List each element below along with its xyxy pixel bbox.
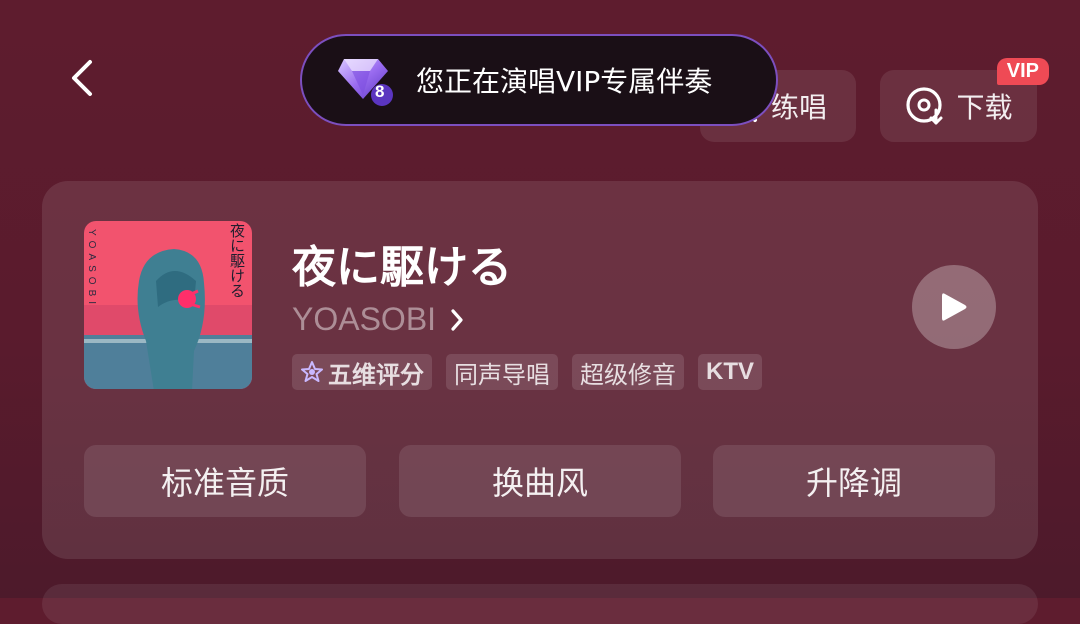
tag-guide: 同声导唱 xyxy=(446,354,558,390)
style-button[interactable]: 换曲风 xyxy=(399,445,681,517)
disc-download-icon xyxy=(906,87,943,125)
star-icon xyxy=(301,361,323,382)
play-button[interactable] xyxy=(912,265,996,349)
download-button[interactable]: 下载 VIP xyxy=(880,58,1049,142)
quality-button[interactable]: 标准音质 xyxy=(84,445,366,517)
play-icon xyxy=(942,293,967,321)
tag-autotune: 超级修音 xyxy=(572,354,684,390)
tag-ktv: KTV xyxy=(698,354,762,390)
song-card: YOASOBI 夜に駆ける 夜に駆ける YOASOBI 五维评分 同声导唱 超级… xyxy=(42,181,1038,559)
artist-name: YOASOBI xyxy=(292,301,437,337)
chevron-right-icon xyxy=(451,308,463,331)
album-cover[interactable]: YOASOBI 夜に駆ける xyxy=(84,221,252,389)
tag-guide-label: 同声导唱 xyxy=(454,360,550,389)
practice-label: 练唱 xyxy=(770,91,827,124)
tag-score-label: 五维评分 xyxy=(328,361,424,389)
quality-label: 标准音质 xyxy=(160,464,289,502)
tag-autotune-label: 超级修音 xyxy=(580,360,676,389)
download-label: 下载 xyxy=(956,91,1013,124)
vip-toast: 8 您正在演唱VIP专属伴奏 xyxy=(300,34,778,126)
style-label: 换曲风 xyxy=(491,464,588,502)
toast-text: 您正在演唱VIP专属伴奏 xyxy=(416,65,713,98)
back-button[interactable] xyxy=(62,56,102,100)
next-card xyxy=(42,584,1038,624)
pitch-label: 升降调 xyxy=(805,464,902,502)
song-title: 夜に駆ける xyxy=(292,242,512,293)
level-number: 8 xyxy=(375,82,385,101)
diamond-gem-icon: 8 xyxy=(336,53,394,107)
cover-side-text: YOASOBI xyxy=(86,229,97,310)
pitch-button[interactable]: 升降调 xyxy=(713,445,995,517)
tag-ktv-label: KTV xyxy=(706,358,754,385)
cover-title-text: 夜に駆ける xyxy=(228,223,246,298)
artist-link[interactable]: YOASOBI xyxy=(292,301,464,338)
vip-badge: VIP xyxy=(996,58,1049,85)
feature-tags: 五维评分 同声导唱 超级修音 KTV xyxy=(292,354,762,390)
tag-score: 五维评分 xyxy=(292,354,432,390)
chevron-left-icon xyxy=(72,60,92,96)
